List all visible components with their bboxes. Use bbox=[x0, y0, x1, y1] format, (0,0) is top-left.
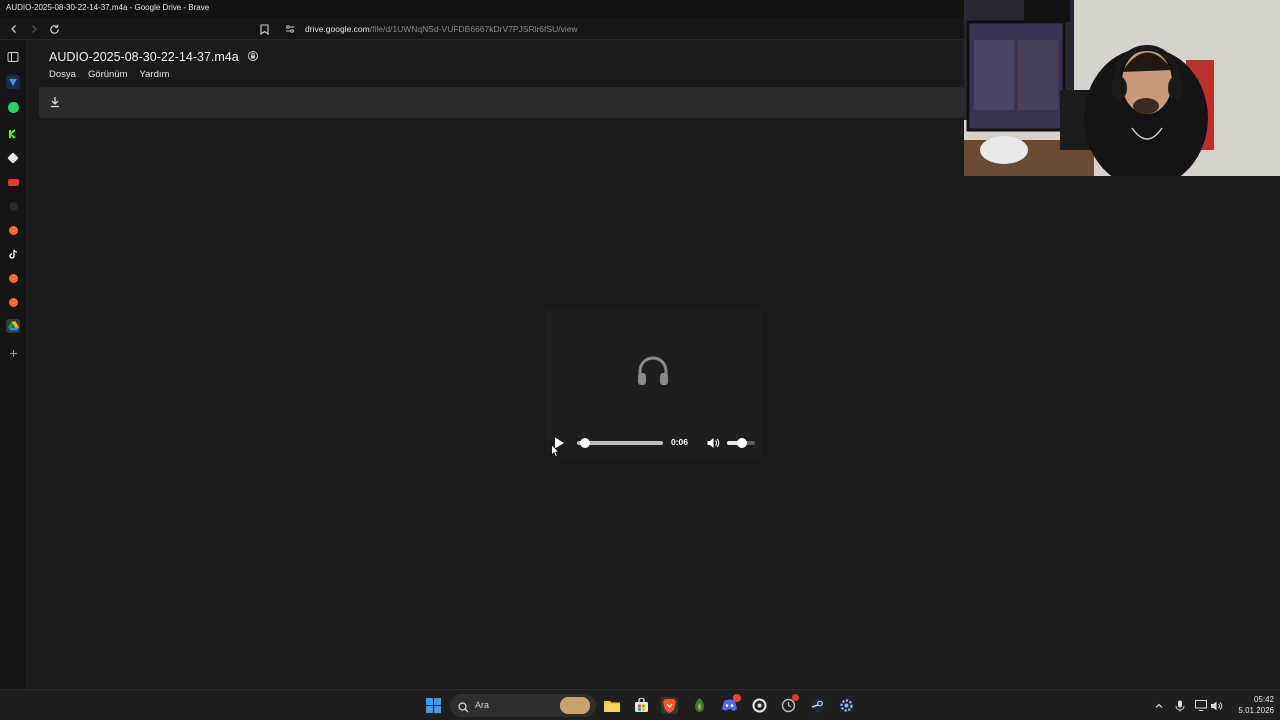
sidebar-item-whatsapp-icon[interactable] bbox=[6, 100, 20, 114]
start-menu-icon[interactable] bbox=[425, 697, 442, 714]
forward-icon[interactable] bbox=[26, 21, 42, 37]
volume-icon[interactable] bbox=[706, 436, 720, 450]
speaker-icon[interactable] bbox=[1208, 697, 1225, 714]
sidebar-item-brave-icon[interactable] bbox=[6, 223, 20, 237]
app-icon-clock[interactable] bbox=[780, 694, 799, 714]
app-icon-flame[interactable] bbox=[691, 697, 708, 714]
taskbar-search[interactable]: Ara bbox=[450, 694, 596, 717]
search-icon bbox=[458, 700, 469, 718]
reload-icon[interactable] bbox=[46, 21, 62, 37]
display-icon[interactable] bbox=[1192, 697, 1209, 714]
url-host: drive.google.com bbox=[305, 24, 370, 34]
seek-thumb[interactable] bbox=[579, 438, 590, 448]
url-path: /file/d/1UWNqNSd-VUFDB6667kDrV7PJSRlr6fS… bbox=[369, 24, 578, 34]
viewer-menu-bar: Dosya Görünüm Yardım bbox=[49, 69, 169, 80]
current-time: 0:06 bbox=[671, 437, 689, 447]
sidebar-item-dark-icon[interactable] bbox=[6, 199, 20, 213]
volume-slider[interactable] bbox=[727, 438, 755, 448]
sidebar-item-kick-icon[interactable] bbox=[6, 127, 20, 141]
sidebar-item-youtube-icon[interactable] bbox=[6, 175, 20, 189]
volume-thumb[interactable] bbox=[737, 438, 748, 448]
site-info-icon[interactable] bbox=[282, 21, 298, 37]
discord-badge-icon bbox=[733, 694, 741, 702]
bookmark-icon[interactable] bbox=[256, 21, 272, 37]
download-icon[interactable] bbox=[48, 95, 62, 109]
discord-icon[interactable] bbox=[721, 694, 741, 714]
search-label: Ara bbox=[475, 700, 490, 710]
sidebar-item-brave-icon-3[interactable] bbox=[6, 295, 20, 309]
app-icon-ring[interactable] bbox=[751, 697, 768, 714]
audio-controls: 0:06 bbox=[546, 432, 762, 454]
sidebar-toggle-icon[interactable] bbox=[6, 50, 20, 64]
windows-taskbar: Ara 05:42 5.01.2026 bbox=[0, 689, 1280, 720]
settings-gear-icon[interactable] bbox=[838, 697, 855, 714]
mouse-cursor-icon bbox=[551, 443, 561, 458]
clock-time: 05:42 bbox=[1253, 695, 1274, 704]
alert-badge-icon bbox=[792, 694, 799, 701]
sidebar-item-app-icon[interactable] bbox=[6, 151, 20, 165]
seek-bar[interactable] bbox=[577, 438, 663, 448]
file-explorer-icon[interactable] bbox=[603, 697, 620, 714]
menu-item-help[interactable]: Yardım bbox=[140, 69, 170, 80]
audio-player: 0:06 bbox=[546, 308, 762, 458]
headphones-icon bbox=[635, 352, 671, 388]
sidebar-item-brave-icon-2[interactable] bbox=[6, 271, 20, 285]
sidebar-item-tiktok-icon[interactable] bbox=[6, 247, 20, 261]
window-title: AUDIO-2025-08-30-22-14-37.m4a - Google D… bbox=[6, 3, 210, 12]
menu-item-view[interactable]: Görünüm bbox=[88, 69, 128, 80]
system-clock[interactable]: 05:42 5.01.2026 bbox=[1228, 694, 1274, 716]
tray-chevron-up-icon[interactable] bbox=[1150, 697, 1167, 714]
search-highlight-icon bbox=[560, 697, 590, 714]
store-icon[interactable] bbox=[633, 697, 650, 714]
clock-date: 5.01.2026 bbox=[1238, 706, 1274, 715]
back-icon[interactable] bbox=[6, 21, 22, 37]
brave-browser-icon[interactable] bbox=[661, 697, 678, 714]
microphone-icon[interactable] bbox=[1171, 697, 1188, 714]
browser-sidebar bbox=[0, 40, 27, 689]
webcam-overlay bbox=[964, 0, 1280, 176]
sidebar-item-drive-icon[interactable] bbox=[6, 319, 20, 333]
viewer-toolbar bbox=[39, 87, 964, 118]
menu-item-file[interactable]: Dosya bbox=[49, 69, 76, 80]
steam-icon[interactable] bbox=[809, 697, 826, 714]
shared-lock-icon[interactable] bbox=[247, 50, 259, 65]
add-icon[interactable] bbox=[6, 346, 20, 360]
address-bar[interactable]: drive.google.com/file/d/1UWNqNSd-VUFDB66… bbox=[305, 21, 578, 37]
file-title: AUDIO-2025-08-30-22-14-37.m4a bbox=[49, 50, 239, 64]
file-title-row: AUDIO-2025-08-30-22-14-37.m4a bbox=[49, 50, 259, 65]
sidebar-item-vpn-icon[interactable] bbox=[6, 75, 20, 89]
